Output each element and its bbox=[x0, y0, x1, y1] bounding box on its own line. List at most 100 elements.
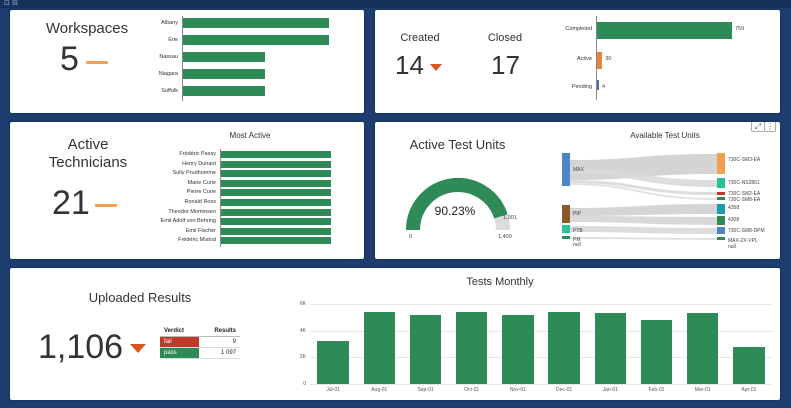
uploaded-count: 1,106 bbox=[38, 328, 124, 366]
bar bbox=[221, 218, 331, 226]
technicians-count: 21 bbox=[52, 184, 90, 222]
x-tick-label: Sep-01 bbox=[417, 387, 434, 393]
x-tick-label: Jan-01 bbox=[602, 387, 618, 393]
bar-label: Nassau bbox=[159, 54, 178, 60]
bar bbox=[221, 237, 331, 245]
y-tick-label: 4K bbox=[299, 327, 306, 334]
verdict-table-header: Verdict Results bbox=[160, 326, 240, 337]
bar-label: Ronald Ross bbox=[184, 199, 217, 205]
workspaces-count: 5 bbox=[60, 40, 79, 78]
closed-count: 17 bbox=[491, 50, 520, 80]
window-controls-icon: ⊡ ⊟ bbox=[4, 0, 18, 7]
gauge-min: 0 bbox=[409, 234, 413, 240]
bar-label: Suffolk bbox=[161, 88, 178, 94]
technicians-panel: Active Technicians 21 Most Active Frédér… bbox=[10, 122, 364, 259]
x-tick-label: Mar-01 bbox=[694, 387, 711, 393]
bar bbox=[183, 35, 329, 45]
table-row: fail 9 bbox=[160, 336, 240, 348]
verdict-table: Verdict Results fail 9 pass 1 097 bbox=[160, 326, 240, 359]
sankey-target-label: 730C-NS2861 bbox=[728, 180, 760, 186]
bar-label: Niagara bbox=[158, 71, 178, 77]
bar-label: Sully Prudhomme bbox=[172, 170, 216, 177]
bar bbox=[363, 312, 395, 384]
sankey-node-t3 bbox=[717, 192, 725, 195]
bar bbox=[221, 189, 331, 197]
sankey-target-label: 4308 bbox=[728, 217, 740, 223]
workspaces-label: Workspaces bbox=[45, 20, 129, 37]
bar-label: Pierre Curie bbox=[186, 189, 216, 196]
expand-icon[interactable]: ⤢ bbox=[751, 122, 765, 132]
window-top-strip: ⊡ ⊟ bbox=[0, 0, 791, 8]
x-tick-label: Aug-01 bbox=[371, 387, 388, 393]
column-header-results: Results bbox=[198, 326, 240, 337]
sankey-target-label: 730C-SM3-EA bbox=[728, 157, 761, 163]
bar bbox=[594, 313, 626, 384]
bar-label: Frédéric Mistral bbox=[178, 237, 216, 244]
technicians-label: Active Technicians bbox=[38, 136, 138, 172]
gauge-mid: 1,001 bbox=[503, 215, 517, 221]
bar-label: Albany bbox=[161, 20, 178, 26]
bar bbox=[221, 179, 331, 187]
created-count: 14 bbox=[395, 50, 424, 80]
sankey-node-t4 bbox=[717, 197, 725, 200]
bar bbox=[409, 314, 442, 384]
units-label: Active Test Units bbox=[409, 137, 506, 152]
created-label: Created bbox=[400, 32, 440, 44]
sankey-node-t2 bbox=[717, 178, 725, 188]
verdict-cell: pass bbox=[160, 347, 199, 359]
sankey-source-label: PTB bbox=[573, 228, 583, 234]
x-tick-label: Dec-01 bbox=[556, 387, 573, 393]
x-tick-label: Nov-01 bbox=[509, 387, 526, 393]
uploaded-label: Uploaded Results bbox=[88, 290, 192, 305]
bar-label: Completed bbox=[565, 26, 592, 32]
utilization-gauge bbox=[406, 178, 510, 231]
column-header-verdict: Verdict bbox=[160, 326, 199, 337]
bar bbox=[548, 312, 580, 384]
sankey-node-t8 bbox=[717, 237, 725, 240]
y-tick-label: 2K bbox=[299, 354, 306, 361]
bar-label: Frédéric Passy bbox=[179, 151, 216, 157]
tests-panel: Created 14 Closed 17 Completed 759 Active 3… bbox=[375, 10, 780, 113]
results-cell: 1 097 bbox=[198, 347, 240, 359]
more-vertical-icon[interactable]: ⋮ bbox=[764, 122, 776, 132]
bar bbox=[221, 170, 331, 178]
neutral-trend-icon bbox=[95, 204, 117, 207]
bar-label: Marie Curie bbox=[187, 179, 216, 186]
bar-value-label: 4 bbox=[602, 84, 606, 90]
verdict-cell: fail bbox=[160, 336, 199, 348]
bar bbox=[597, 52, 603, 69]
bar-label: Henry Dunant bbox=[182, 160, 216, 167]
sankey-source-label: MAX bbox=[573, 167, 584, 173]
sankey-node-pip bbox=[562, 205, 570, 223]
bar-label: Active bbox=[577, 56, 592, 62]
bar-value-label: 759 bbox=[735, 26, 745, 32]
sankey-target-label: 730C-SM8-DPM bbox=[728, 228, 765, 234]
bar bbox=[455, 312, 488, 384]
bar-label: Emil Adolf von Behring bbox=[160, 218, 216, 225]
workspaces-panel: Workspaces 5 Albany Erie Nassau Niagara Suff… bbox=[10, 10, 364, 113]
gridline bbox=[310, 384, 772, 385]
bar bbox=[183, 52, 265, 62]
sankey-node-ptb bbox=[562, 225, 570, 233]
bar bbox=[317, 341, 349, 384]
bar bbox=[221, 160, 331, 168]
neutral-trend-icon bbox=[86, 61, 108, 64]
sankey-node-t6 bbox=[717, 216, 725, 225]
bar-label: Pending bbox=[571, 84, 592, 90]
sankey-target-label: null bbox=[728, 244, 736, 250]
bar bbox=[686, 313, 719, 384]
gauge-max: 1,400 bbox=[498, 234, 512, 240]
bar bbox=[597, 22, 732, 39]
y-tick-label: 6K bbox=[299, 301, 306, 307]
gridline bbox=[310, 304, 772, 305]
sankey-title: Available Test Units bbox=[630, 131, 700, 140]
bar bbox=[221, 151, 331, 158]
sankey-node-pm bbox=[562, 236, 570, 239]
gauge-value: 90.23% bbox=[434, 204, 476, 218]
bar bbox=[640, 320, 673, 384]
bar bbox=[221, 227, 331, 235]
results-cell: 9 bbox=[198, 336, 240, 348]
bar-label: Theodor Mommsen bbox=[168, 208, 216, 215]
bar bbox=[597, 80, 599, 90]
x-tick-label: Jul-01 bbox=[326, 387, 340, 393]
